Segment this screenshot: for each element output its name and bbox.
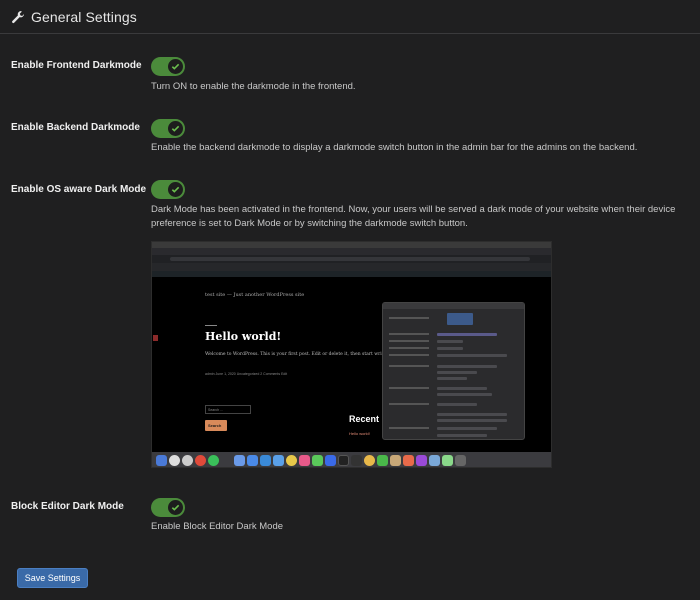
preview-site-title: test site — Just another WordPress site bbox=[205, 292, 305, 298]
backend-darkmode-description: Enable the backend darkmode to display a… bbox=[151, 142, 638, 153]
preview-darkmode-switch bbox=[153, 335, 158, 341]
check-icon bbox=[168, 500, 183, 515]
preview-admin-bar bbox=[152, 271, 551, 277]
preview-post-excerpt: Welcome to WordPress. This is your first… bbox=[205, 352, 393, 357]
settings-header: General Settings bbox=[0, 0, 700, 34]
check-icon bbox=[168, 121, 183, 136]
frontend-darkmode-toggle[interactable] bbox=[151, 57, 185, 76]
block-editor-darkmode-toggle[interactable] bbox=[151, 498, 185, 517]
frontend-darkmode-label: Enable Frontend Darkmode bbox=[11, 60, 142, 71]
preview-post-meta: admin June 1, 2020 Uncategorized 2 Comme… bbox=[205, 372, 288, 376]
backend-darkmode-label: Enable Backend Darkmode bbox=[11, 122, 140, 133]
preview-bookmarks-bar bbox=[152, 263, 551, 271]
preview-search-placeholder: Search ... bbox=[208, 408, 223, 412]
preview-tabbar bbox=[152, 248, 551, 260]
check-icon bbox=[168, 182, 183, 197]
preview-dock bbox=[152, 452, 551, 467]
preview-urlbar bbox=[152, 255, 551, 263]
preview-system-preferences-window bbox=[382, 302, 525, 440]
preview-divider bbox=[205, 325, 217, 326]
preview-post-title: Hello world! bbox=[205, 330, 282, 343]
check-icon bbox=[168, 59, 183, 74]
preview-search-button: Search bbox=[205, 420, 227, 431]
os-darkmode-preview-screenshot: test site — Just another WordPress site … bbox=[151, 241, 552, 468]
os-aware-darkmode-toggle[interactable] bbox=[151, 180, 185, 199]
preview-recent-link: Hello world! bbox=[349, 431, 370, 436]
preview-search-button-label: Search bbox=[208, 423, 222, 428]
backend-darkmode-toggle[interactable] bbox=[151, 119, 185, 138]
preview-recent-heading: Recent bbox=[349, 414, 380, 424]
frontend-darkmode-description: Turn ON to enable the darkmode in the fr… bbox=[151, 81, 356, 92]
block-editor-darkmode-description: Enable Block Editor Dark Mode bbox=[151, 521, 284, 532]
page-title: General Settings bbox=[31, 8, 137, 25]
wrench-icon bbox=[11, 10, 25, 24]
os-aware-darkmode-description: Dark Mode has been activated in the fron… bbox=[151, 204, 676, 229]
block-editor-darkmode-label: Block Editor Dark Mode bbox=[11, 501, 124, 512]
preview-search-box: Search ... bbox=[205, 405, 251, 414]
save-settings-button[interactable]: Save Settings bbox=[17, 568, 88, 588]
os-aware-darkmode-label: Enable OS aware Dark Mode bbox=[11, 184, 147, 195]
